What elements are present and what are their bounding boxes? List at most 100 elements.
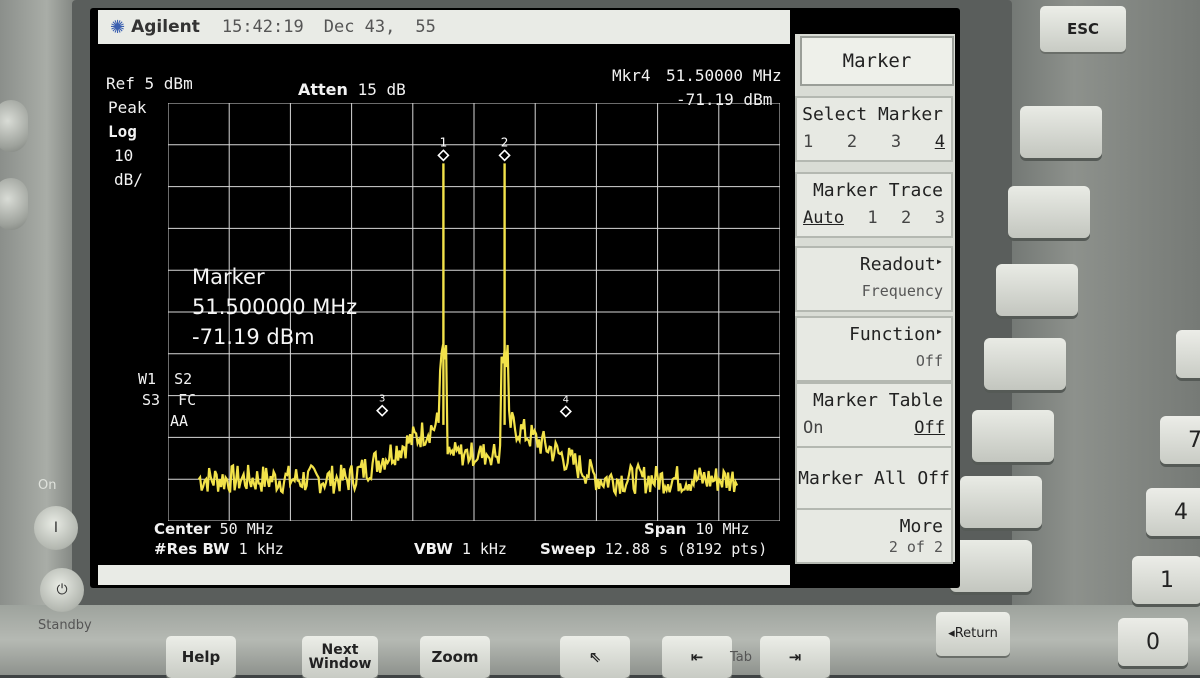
rbw-label: #Res BW <box>154 540 230 558</box>
more-value: 2 of 2 <box>888 538 943 556</box>
marker-trace-softkey[interactable]: Marker Trace Auto 1 2 3 <box>795 172 953 238</box>
rbw-value: 1 kHz <box>238 540 284 558</box>
marker-3-label: 3 <box>379 394 385 405</box>
softkey-2-button[interactable] <box>1008 186 1090 238</box>
sweep-label: Sweep <box>540 540 596 558</box>
marker-readout-level: -71.19 dBm <box>192 325 315 349</box>
power-on-icon: I <box>53 520 59 536</box>
attenuation: Atten 15 dB <box>298 80 406 99</box>
tab-right-key[interactable]: ⇥ <box>760 636 830 678</box>
softkey-7-button[interactable] <box>950 540 1032 592</box>
marker-readout-freq: 51.500000 MHz <box>192 295 358 319</box>
select-marker-softkey[interactable]: Select Marker 1 2 3 4 <box>795 96 953 162</box>
return-key[interactable]: ◂ Return <box>936 612 1010 656</box>
select-marker-options: 1 2 3 4 <box>803 132 945 152</box>
vbw-setting: VBW 1 kHz <box>414 540 507 558</box>
num-key-4[interactable]: 4 <box>1146 488 1200 536</box>
power-on-button[interactable]: I <box>34 506 78 550</box>
marker-header-freq: 51.50000 MHz <box>666 66 782 85</box>
num-key-partial[interactable] <box>1176 330 1200 378</box>
marker-1-diamond <box>437 149 450 162</box>
marker-trace-options: Auto 1 2 3 <box>803 208 945 228</box>
standby-button[interactable]: ⏻ <box>40 568 84 612</box>
help-key[interactable]: Help <box>166 636 236 678</box>
center-frequency: Center 50 MHz <box>154 520 274 538</box>
select-marker-label: Select Marker <box>802 104 943 125</box>
marker-3-diamond <box>376 404 389 417</box>
submenu-arrow-icon: ▸ <box>935 254 943 268</box>
zoom-key[interactable]: Zoom <box>420 636 490 678</box>
marker-trace-option-1: 1 <box>867 208 878 228</box>
softkey-5-button[interactable] <box>972 410 1054 462</box>
softkey-4-button[interactable] <box>984 338 1066 390</box>
tab-label: Tab <box>730 650 753 665</box>
marker-4-label: 4 <box>563 394 569 405</box>
select-marker-option-2: 2 <box>846 132 858 152</box>
standby-icon: ⏻ <box>56 582 68 598</box>
marker-trace-option-auto: Auto <box>803 208 844 228</box>
marker-table-on: On <box>803 418 824 438</box>
marker-all-off-label: Marker All Off <box>798 468 950 489</box>
marker-header-label: Mkr4 <box>612 66 651 85</box>
scale-unit: dB/ <box>114 170 143 189</box>
up-left-arrow-key[interactable]: ⇖ <box>560 636 630 678</box>
readout-label: Readout▸ <box>860 254 943 275</box>
vbw-value: 1 kHz <box>461 540 507 558</box>
marker-trace-option-3: 3 <box>934 208 945 228</box>
select-marker-option-1: 1 <box>803 132 814 152</box>
span-setting: Span 10 MHz <box>644 520 750 538</box>
softkey-6-button[interactable] <box>960 476 1042 528</box>
marker-trace-option-2: 2 <box>901 208 912 228</box>
softkey-1-button[interactable] <box>1020 106 1102 158</box>
agilent-logo: ✺ Agilent <box>110 17 200 38</box>
marker-1-label: 1 <box>440 135 448 149</box>
softkey-3-button[interactable] <box>996 264 1078 316</box>
atten-value: 15 dB <box>357 80 406 99</box>
vbw-label: VBW <box>414 540 453 558</box>
rbw-setting: #Res BW 1 kHz <box>154 540 284 558</box>
marker-2-label: 2 <box>501 135 509 149</box>
function-value: Off <box>915 352 943 370</box>
clock-time: 15:42:19 <box>221 17 304 37</box>
center-value: 50 MHz <box>219 520 274 538</box>
marker-readout-label: Marker <box>192 265 265 289</box>
status-line <box>98 565 790 585</box>
marker-table-options: On Off <box>803 418 945 438</box>
side-knob-upper[interactable] <box>0 100 28 152</box>
function-softkey[interactable]: Function▸ Off <box>795 316 953 382</box>
readout-label-text: Readout <box>859 254 936 275</box>
more-softkey[interactable]: More 2 of 2 <box>795 508 953 564</box>
tab-right-icon: ⇥ <box>788 648 802 666</box>
select-marker-option-3: 3 <box>890 132 902 152</box>
center-label: Center <box>154 520 211 538</box>
sweep-setting: Sweep 12.88 s (8192 pts) <box>540 540 767 558</box>
span-value: 10 MHz <box>695 520 750 538</box>
sweep-value: 12.88 s (8192 pts) <box>604 540 768 558</box>
marker-table-softkey[interactable]: Marker Table On Off <box>795 382 953 448</box>
detector-mode: Peak <box>108 98 147 117</box>
title-bar: ✺ Agilent 15:42:19 Dec 43, 55 <box>98 10 790 44</box>
num-key-1[interactable]: 1 <box>1132 556 1200 604</box>
marker-2-diamond <box>498 149 511 162</box>
readout-value: Frequency <box>861 282 943 300</box>
marker-trace-label: Marker Trace <box>812 180 943 201</box>
num-key-0[interactable]: 0 <box>1118 618 1188 666</box>
tab-left-key[interactable]: ⇤ <box>662 636 732 678</box>
spark-icon: ✺ <box>110 16 126 38</box>
on-label: On <box>38 478 57 493</box>
clock-date: Dec 43, <box>323 17 396 37</box>
readout-softkey[interactable]: Readout▸ Frequency <box>795 246 953 312</box>
noise-floor-trace <box>197 344 739 498</box>
marker-table-label: Marker Table <box>812 390 943 411</box>
esc-key[interactable]: ESC <box>1040 6 1126 52</box>
next-window-key[interactable]: Next Window <box>302 636 378 678</box>
num-key-7[interactable]: 7 <box>1160 416 1200 464</box>
side-knob-lower[interactable] <box>0 178 28 230</box>
select-marker-option-4: 4 <box>934 132 945 152</box>
clock-extra: 55 <box>415 17 436 37</box>
scale-per-div: 10 <box>114 146 134 165</box>
marker-4-diamond <box>559 405 572 418</box>
return-key-label: Return <box>954 626 998 641</box>
standby-label: Standby <box>38 618 92 633</box>
marker-all-off-softkey[interactable]: Marker All Off <box>795 446 953 512</box>
